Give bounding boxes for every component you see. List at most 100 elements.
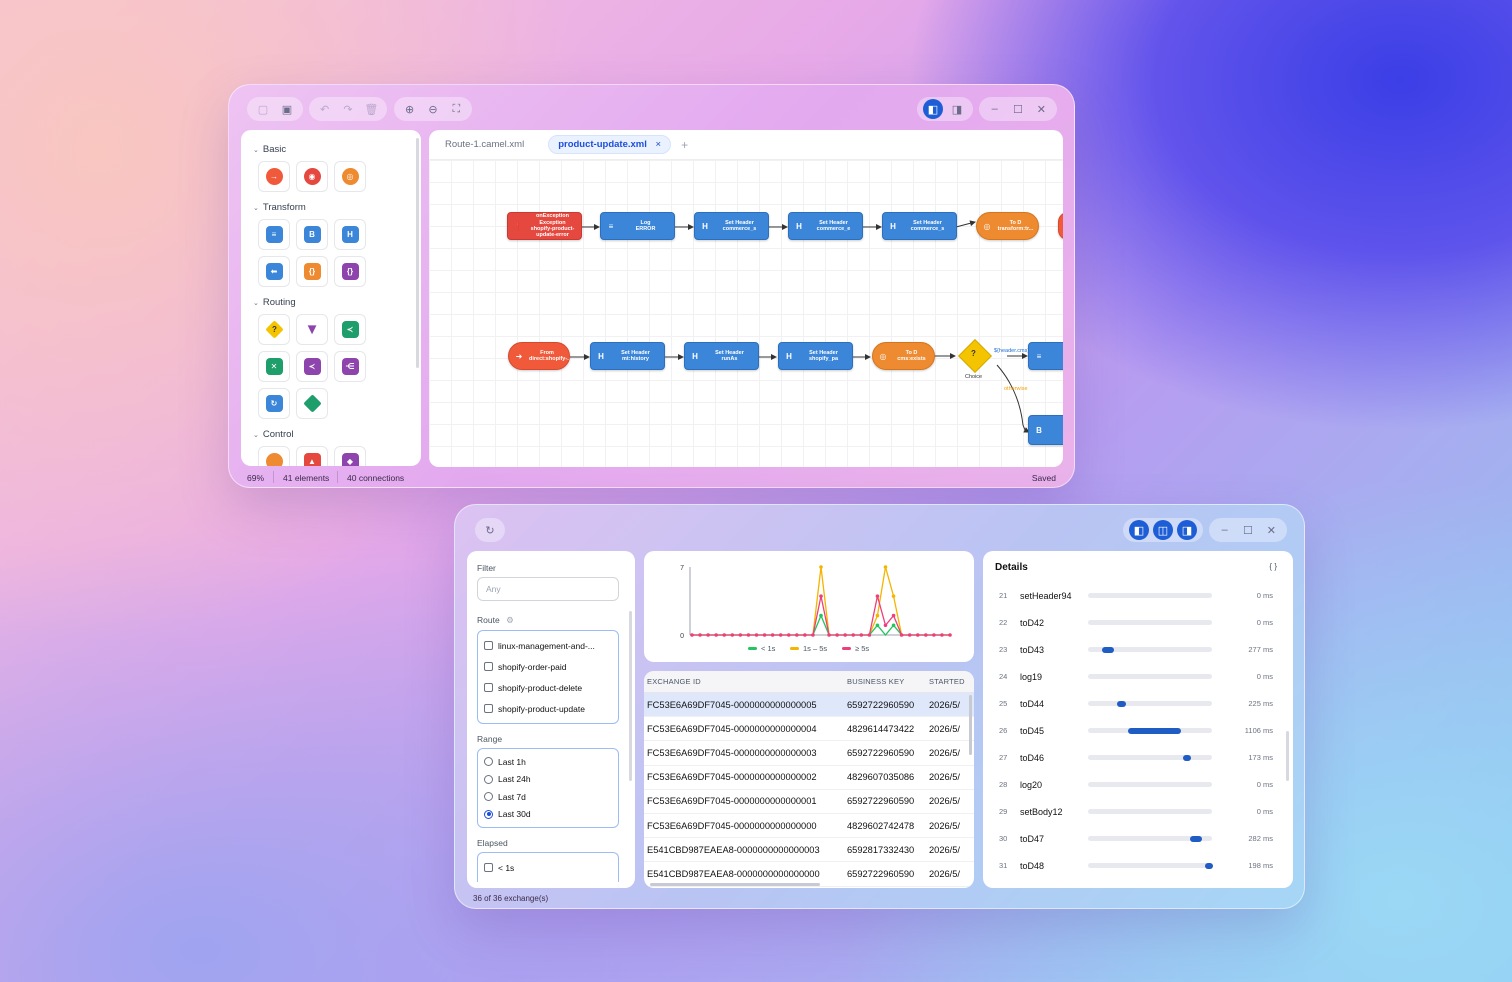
fit-icon[interactable]: ⛶ [447, 99, 466, 119]
detail-row[interactable]: 28 log20 0 ms [999, 771, 1273, 798]
table-row[interactable]: FC53E6A69DF7045-0000000000000001 65927229… [644, 790, 974, 814]
tab-product-update[interactable]: product-update.xml × [548, 135, 672, 154]
route-checkbox[interactable]: shopify-product-update [484, 698, 612, 719]
close-icon[interactable]: ✕ [1262, 520, 1281, 540]
redo-icon[interactable]: ↷ [338, 99, 357, 119]
elapsed-checkbox[interactable]: < 1s [484, 857, 612, 878]
range-option[interactable]: Last 7d [484, 788, 612, 806]
detail-row[interactable]: 27 toD46 173 ms [999, 744, 1273, 771]
refresh-icon[interactable]: ↻ [480, 520, 500, 540]
maximize-icon[interactable]: ☐ [1008, 99, 1027, 119]
radio[interactable] [484, 792, 493, 802]
tab-close-icon[interactable]: × [656, 139, 662, 150]
delete-icon[interactable]: 🗑 [362, 99, 381, 119]
to-d-node-2[interactable]: ◎ To D cms:exists [872, 342, 935, 370]
set-header-node-5[interactable]: H Set Header runAs [684, 342, 759, 370]
category-routing[interactable]: ⌄ Routing [253, 297, 421, 308]
left-panel-toggle-icon[interactable]: ◧ [923, 99, 943, 119]
checkbox[interactable] [484, 863, 493, 872]
control-component-3[interactable]: ◆ [334, 446, 366, 466]
table-row[interactable]: FC53E6A69DF7045-0000000000000004 48296144… [644, 717, 974, 742]
category-control[interactable]: ⌄ Control [253, 429, 421, 440]
settings-icon[interactable]: ⚙ [506, 615, 514, 625]
right-panel-toggle-icon[interactable]: ◨ [1177, 520, 1197, 540]
category-transform[interactable]: ⌄ Transform [253, 202, 421, 213]
zoom-out-icon[interactable]: ⊖ [423, 99, 442, 119]
script-component[interactable]: {} [296, 256, 328, 287]
tab-route-1[interactable]: Route-1.camel.xml [445, 139, 524, 150]
table-row[interactable]: FC53E6A69DF7045-0000000000000005 65927229… [644, 693, 974, 718]
detail-row[interactable]: 23 toD43 277 ms [999, 636, 1273, 663]
to-d-node-1[interactable]: ◎ To D transform:tr... [976, 212, 1039, 240]
center-panel-toggle-icon[interactable]: ◫ [1153, 520, 1173, 540]
details-scrollbar[interactable] [1286, 731, 1289, 781]
detail-row[interactable]: 24 log19 0 ms [999, 663, 1273, 690]
aggregate-component[interactable]: ⋲ [334, 351, 366, 382]
range-option[interactable]: Last 30d [484, 806, 612, 824]
split-component[interactable]: ≺ [334, 314, 366, 345]
legend-label[interactable]: ≥ 5s [855, 644, 869, 653]
recipient-list-component[interactable]: ≺ [296, 351, 328, 382]
route-checkbox[interactable]: linux-management-and-... [484, 635, 612, 656]
new-file-icon[interactable]: ▢ [253, 99, 273, 119]
detail-row[interactable]: 25 toD44 225 ms [999, 690, 1273, 717]
multicast-component[interactable]: ✕ [258, 351, 290, 382]
left-panel-toggle-icon[interactable]: ◧ [1129, 520, 1149, 540]
table-scrollbar[interactable] [969, 695, 972, 755]
detail-row[interactable]: 29 setBody12 0 ms [999, 798, 1273, 825]
detail-row[interactable]: 26 toD45 1106 ms [999, 717, 1273, 744]
undo-icon[interactable]: ↶ [315, 99, 334, 119]
col-business-key[interactable]: BUSINESS KEY [847, 677, 929, 686]
filter-scrollbar[interactable] [629, 611, 632, 781]
minimize-icon[interactable]: – [1215, 520, 1234, 540]
onexception-node[interactable]: ❗ onException Exception shopify-product-u… [507, 212, 582, 240]
range-option[interactable]: Last 24h [484, 771, 612, 789]
route-checkbox[interactable]: shopify-order-paid [484, 656, 612, 677]
palette-scrollbar[interactable] [416, 138, 419, 368]
diagram-canvas[interactable]: ❗ onException Exception shopify-product-u… [429, 160, 1063, 467]
detail-row[interactable]: 21 setHeader94 0 ms [999, 582, 1273, 609]
col-exchange-id[interactable]: EXCHANGE ID [647, 677, 847, 686]
filter-input[interactable]: Any [477, 577, 619, 601]
set-header-node-1[interactable]: H Set Header commerce_s [694, 212, 769, 240]
loop-component[interactable]: ↻ [258, 388, 290, 419]
set-header-node-6[interactable]: H Set Header shopify_pa [778, 342, 853, 370]
log-node[interactable]: ≡ Log ERROR [600, 212, 675, 240]
set-header-node-2[interactable]: H Set Header commerce_e [788, 212, 863, 240]
from-node[interactable]: ➜ From direct:shopify-... [508, 342, 570, 370]
zoom-in-icon[interactable]: ⊕ [400, 99, 419, 119]
radio[interactable] [484, 774, 493, 784]
table-h-scrollbar[interactable] [650, 883, 820, 886]
table-row[interactable]: FC53E6A69DF7045-0000000000000003 65927229… [644, 741, 974, 766]
table-row[interactable]: E541CBD987EAEA8-0000000000000003 65928173… [644, 838, 974, 863]
legend-label[interactable]: 1s – 5s [803, 644, 827, 653]
checkbox[interactable] [484, 641, 493, 650]
filter-component[interactable]: ▼ [296, 314, 328, 345]
routing-slip-component[interactable] [296, 388, 328, 419]
set-header-node-3[interactable]: H Set Header commerce_s [882, 212, 957, 240]
table-row[interactable]: FC53E6A69DF7045-0000000000000002 48296070… [644, 766, 974, 790]
add-tab-icon[interactable]: + [681, 138, 688, 152]
radio[interactable] [484, 757, 493, 767]
set-body-node-clipped[interactable]: B [1028, 415, 1063, 445]
detail-row[interactable]: 30 toD47 282 ms [999, 825, 1273, 852]
detail-row[interactable]: 31 toD48 198 ms [999, 852, 1273, 879]
close-icon[interactable]: ✕ [1032, 99, 1051, 119]
json-view-icon[interactable]: { } [1269, 562, 1277, 571]
set-header-component[interactable]: H [334, 219, 366, 250]
control-component-1[interactable] [258, 446, 290, 466]
checkbox[interactable] [484, 662, 493, 671]
convert-component[interactable]: ⬅ [258, 256, 290, 287]
legend-label[interactable]: < 1s [761, 644, 776, 653]
detail-row[interactable]: 22 toD42 0 ms [999, 609, 1273, 636]
choice-component[interactable]: ? [258, 314, 290, 345]
category-basic[interactable]: ⌄ Basic [253, 144, 421, 155]
right-panel-toggle-icon[interactable]: ◨ [947, 99, 967, 119]
to-component[interactable]: ◉ [296, 161, 328, 192]
checkbox[interactable] [484, 683, 493, 692]
save-icon[interactable]: ▣ [277, 99, 297, 119]
log-component[interactable]: ≡ [258, 219, 290, 250]
range-option[interactable]: Last 1h [484, 753, 612, 771]
set-header-node-4[interactable]: H Set Header mt:history [590, 342, 665, 370]
route-checkbox[interactable]: shopify-product-delete [484, 677, 612, 698]
